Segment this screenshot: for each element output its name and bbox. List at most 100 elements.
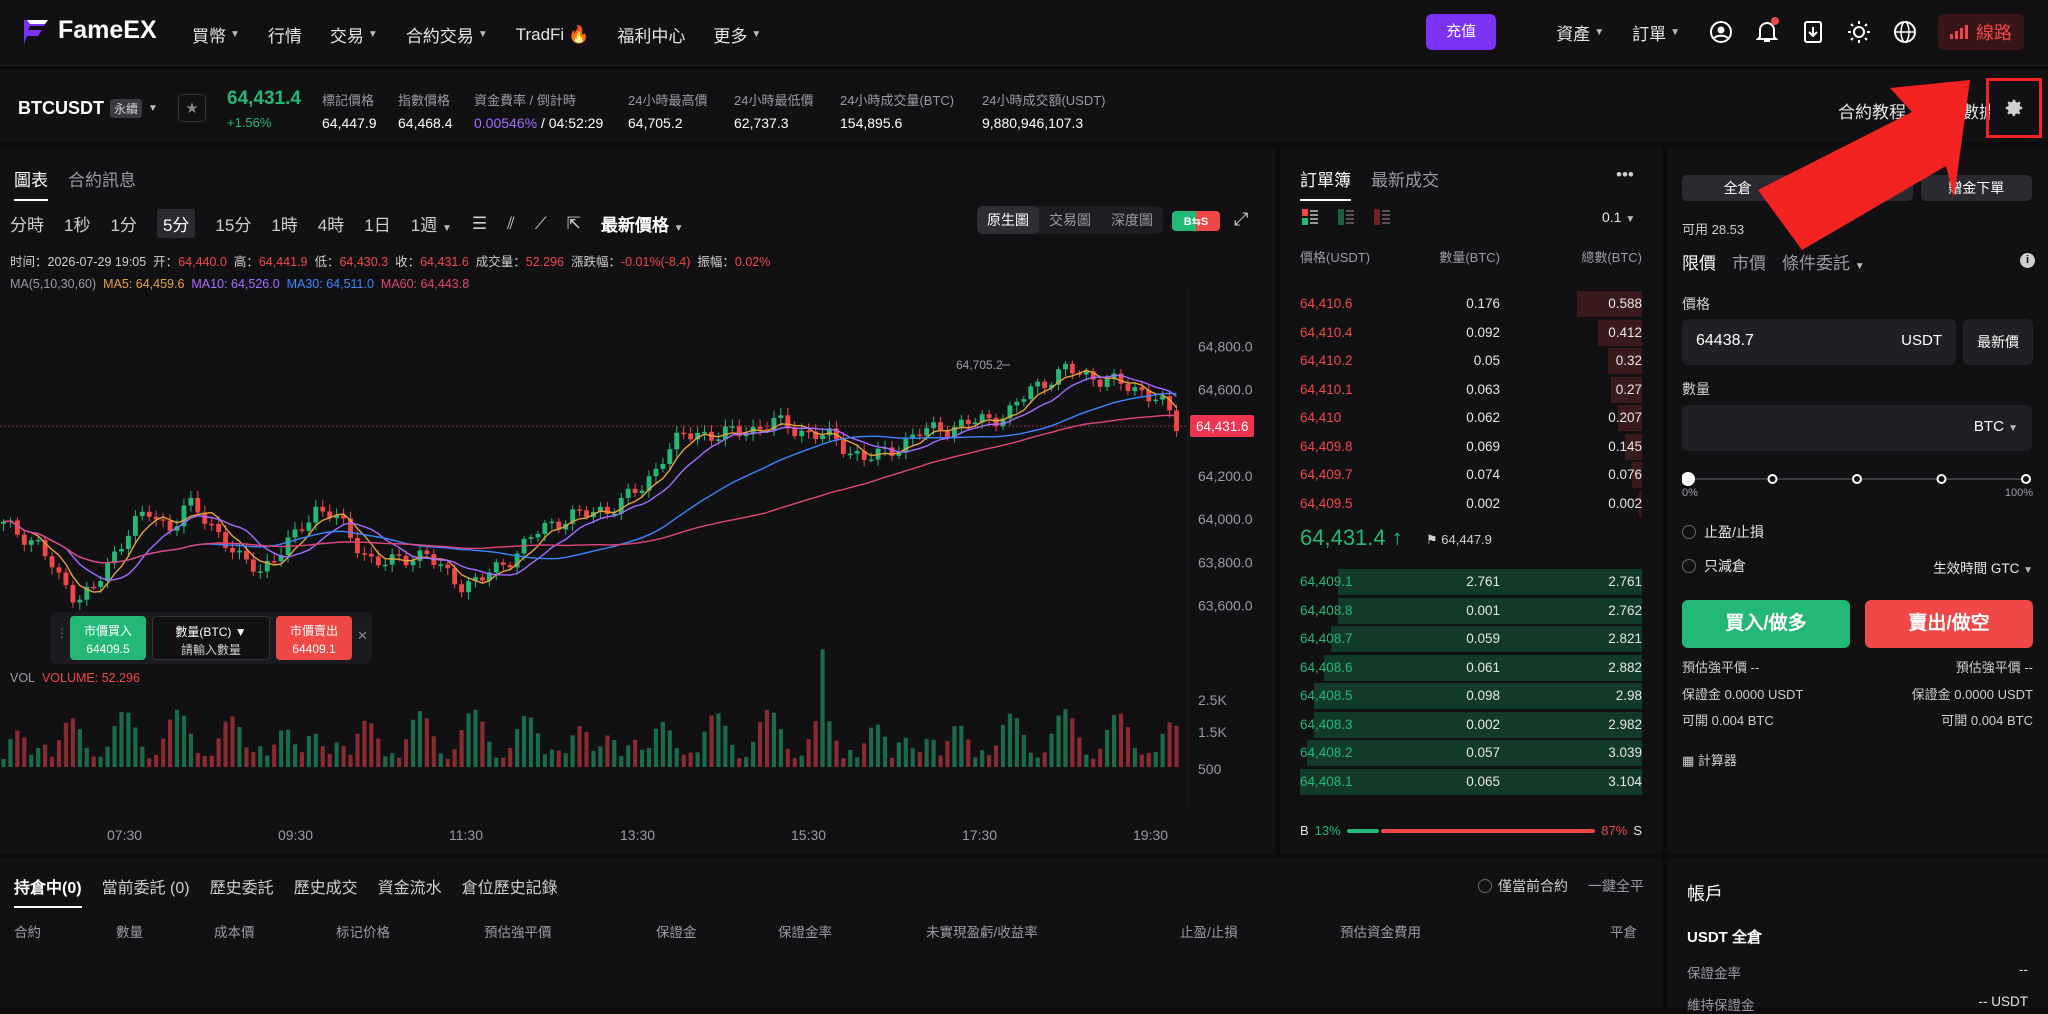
close-icon[interactable]: ✕ [357, 628, 368, 644]
price-type-select[interactable]: 最新價格 ▼ [601, 211, 684, 236]
nav-tradfi[interactable]: TradFi 🔥 [516, 22, 590, 47]
precision-select[interactable]: 0.1 ▼ [1602, 209, 1635, 225]
tpsl-checkbox[interactable]: 止盈/止損 [1682, 522, 1764, 542]
market-buy-button[interactable]: 市價買入 64409.5 [70, 616, 146, 660]
market-sell-button[interactable]: 市價賣出 64409.1 [276, 616, 352, 660]
bid-row[interactable]: 64,408.3 0.002 2.982 [1300, 711, 1642, 738]
ask-row[interactable]: 64,410.6 0.176 0.588 [1300, 291, 1642, 317]
tab-contract-info[interactable]: 合約訊息 [68, 166, 136, 201]
route-button[interactable]: 線路 [1938, 14, 2024, 50]
nav-more[interactable]: 更多 ▼ [713, 22, 761, 47]
quantity-slider[interactable] [1682, 469, 2032, 489]
view-depth[interactable]: 深度圖 [1101, 206, 1163, 234]
tab-chart[interactable]: 圖表 [14, 166, 48, 201]
interval-5m[interactable]: 5分 [156, 209, 196, 238]
popout-icon[interactable]: ⇱ [567, 214, 581, 234]
indicator-settings-icon[interactable]: ☰ [472, 214, 487, 234]
nav-trade[interactable]: 交易 ▼ [330, 22, 378, 47]
bid-row[interactable]: 64,408.7 0.059 2.821 [1300, 626, 1642, 652]
tab-recent-trades[interactable]: 最新成交 [1371, 166, 1439, 201]
slider-step[interactable] [1852, 474, 1862, 484]
ask-row[interactable]: 64,410 0.062 0.207 [1300, 405, 1642, 431]
buy-long-button[interactable]: 買入/做多 [1682, 600, 1850, 648]
bid-row[interactable]: 64,408.1 0.065 3.104 [1300, 768, 1642, 795]
bid-row[interactable]: 64,408.5 0.098 2.98 [1300, 683, 1642, 709]
nav-markets[interactable]: 行情 [268, 22, 302, 47]
calculator-button[interactable]: ▦ 計算器 [1682, 750, 1737, 769]
theme-sun-icon[interactable] [1846, 19, 1872, 45]
interval-15m[interactable]: 15分 [215, 211, 251, 236]
fullscreen-icon[interactable]: ⤢ [1234, 209, 1248, 230]
nav-buy-crypto[interactable]: 買幣 ▼ [192, 22, 240, 47]
layout-asks-icon[interactable] [1374, 209, 1390, 225]
tab-trade-history[interactable]: 歷史成交 [294, 874, 358, 908]
tab-limit[interactable]: 限價 [1682, 249, 1716, 274]
tab-order-history[interactable]: 歷史委託 [210, 874, 274, 908]
download-icon[interactable] [1800, 19, 1826, 45]
volume-bar [292, 744, 298, 767]
more-icon[interactable]: ••• [1616, 165, 1634, 185]
ask-row[interactable]: 64,409.5 0.002 0.002 [1300, 490, 1642, 517]
time-in-force-select[interactable]: 生效時間 GTC ▼ [1933, 557, 2033, 577]
bid-row[interactable]: 64,408.6 0.061 2.882 [1300, 654, 1642, 681]
volume-bar [709, 715, 714, 767]
quick-qty-input[interactable]: 數量(BTC) ▼ 請輸入數量 [152, 616, 270, 660]
deposit-button[interactable]: 充值 [1426, 14, 1497, 50]
interval-1s[interactable]: 1秒 [64, 211, 90, 236]
globe-icon[interactable] [1892, 19, 1918, 45]
ask-row[interactable]: 64,409.8 0.069 0.145 [1300, 433, 1642, 460]
nav-rewards[interactable]: 福利中心 [617, 22, 685, 47]
assets-menu[interactable]: 資產 ▼ [1556, 20, 1604, 45]
brand-logo[interactable]: FameEX [22, 16, 157, 45]
info-icon[interactable]: i [2020, 253, 2035, 268]
layout-bids-icon[interactable] [1338, 209, 1354, 225]
interval-line[interactable]: 分時 [10, 211, 44, 236]
interval-1h[interactable]: 1時 [271, 211, 297, 236]
stat-funding-rate[interactable]: 資金費率 / 倒計時 0.00546% / 04:52:29 [474, 90, 603, 131]
orders-menu[interactable]: 訂單 ▼ [1632, 20, 1680, 45]
view-native[interactable]: 原生圖 [977, 206, 1039, 234]
volume-bar [480, 721, 485, 767]
price-input[interactable]: 64438.7 USDT [1682, 319, 1956, 365]
slider-step[interactable] [1767, 474, 1778, 484]
bid-row[interactable]: 64,408.2 0.057 3.039 [1300, 740, 1642, 766]
symbol-selector[interactable]: BTCUSDT 永續 ▼ [18, 98, 158, 119]
interval-1d[interactable]: 1日 [364, 211, 390, 236]
bell-icon[interactable] [1754, 17, 1780, 45]
view-tradingview[interactable]: 交易圖 [1039, 206, 1101, 234]
bid-row[interactable]: 64,408.8 0.001 2.762 [1300, 597, 1642, 624]
candle-type-icon[interactable]: ⫽ [507, 214, 515, 234]
settings-gear-highlight[interactable] [1986, 78, 2042, 138]
nav-futures[interactable]: 合約交易 ▼ [406, 22, 488, 47]
user-icon[interactable] [1708, 19, 1734, 45]
drag-handle-icon[interactable]: ⋮ [56, 626, 68, 640]
reduce-only-checkbox[interactable]: 只減倉 [1682, 556, 1746, 576]
ask-row[interactable]: 64,409.7 0.074 0.076 [1300, 462, 1642, 488]
interval-1m[interactable]: 1分 [110, 211, 136, 236]
current-contract-only-checkbox[interactable]: 僅當前合約 [1478, 876, 1568, 896]
interval-4h[interactable]: 4時 [318, 211, 344, 236]
bid-row[interactable]: 64,409.1 2.761 2.761 [1300, 569, 1642, 595]
ask-row[interactable]: 64,410.1 0.063 0.27 [1300, 376, 1642, 403]
slider-step[interactable] [2021, 474, 2031, 484]
interval-1w[interactable]: 1週 ▼ [411, 211, 452, 236]
layout-both-icon[interactable] [1302, 209, 1318, 225]
slider-thumb[interactable] [1682, 472, 1695, 486]
latest-price-button[interactable]: 最新價 [1963, 319, 2033, 365]
quantity-input[interactable]: BTC ▼ [1682, 405, 2032, 451]
tab-funding-flow[interactable]: 資金流水 [378, 874, 442, 908]
close-all-button[interactable]: 一鍵全平 [1588, 876, 1644, 896]
slider-step[interactable] [1936, 474, 1947, 484]
sell-short-button[interactable]: 賣出/做空 [1865, 600, 2033, 648]
price-chart[interactable]: 64,800.0 64,600.0 64,200.0 64,000.0 63,800.0… [0, 287, 1275, 847]
favorite-star-icon[interactable]: ★ [178, 94, 206, 122]
tab-order-book[interactable]: 訂單簿 [1300, 166, 1351, 201]
tab-positions[interactable]: 持倉中(0) [14, 874, 82, 908]
indicator-icon[interactable]: ⟋ [535, 214, 547, 234]
ask-row[interactable]: 64,410.2 0.05 0.32 [1300, 348, 1642, 374]
volume-bar [931, 739, 936, 767]
ask-row[interactable]: 64,410.4 0.092 0.412 [1300, 319, 1642, 346]
tab-position-history[interactable]: 倉位歷史記錄 [462, 874, 558, 908]
tab-open-orders[interactable]: 當前委託 (0) [102, 874, 190, 908]
buy-sell-toggle[interactable]: B⇆S [1172, 211, 1220, 231]
